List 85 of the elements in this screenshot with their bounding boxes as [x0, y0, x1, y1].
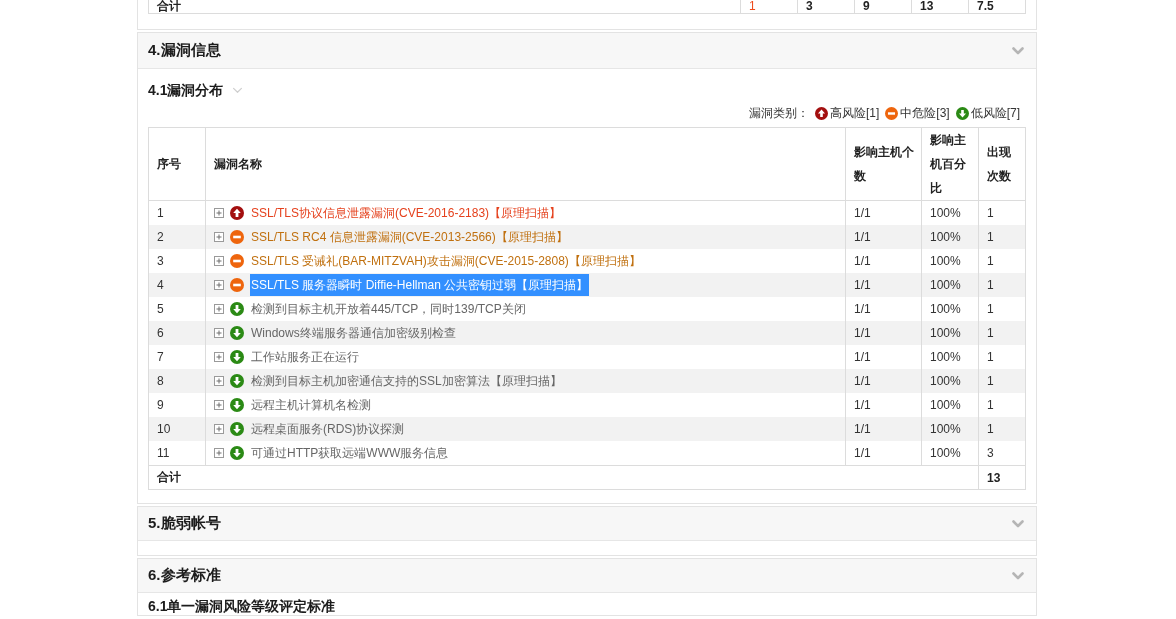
chevron-down-icon [1012, 571, 1024, 580]
down-arrow-circle-icon [230, 302, 244, 316]
section-header[interactable]: 4.漏洞信息 [138, 33, 1036, 69]
up-arrow-circle-icon [230, 206, 244, 220]
column-header: 出现次数 [978, 127, 1026, 201]
subsection-toggle[interactable]: 4.1漏洞分布 [148, 81, 244, 99]
chevron-down-icon [1012, 519, 1024, 528]
vulnerability-name: 检测到目标主机加密通信支持的SSL加密算法【原理扫描】 [250, 373, 563, 390]
table-cell: 合计 [148, 0, 741, 14]
table-cell: 1 [740, 0, 798, 14]
vulnerability-name: SSL/TLS 受诫礼(BAR-MITZVAH)攻击漏洞(CVE-2015-2808)【原理扫描】 [250, 253, 642, 270]
table-cell: 13 [911, 0, 969, 14]
vulnerability-name: 可通过HTTP获取远端WWW服务信息 [250, 445, 450, 462]
table-cell: 100% [921, 321, 979, 345]
table-cell: 1/1 [845, 273, 922, 297]
vulnerability-name: SSL/TLS RC4 信息泄露漏洞(CVE-2013-2566)【原理扫描】 [250, 229, 569, 246]
table-cell: 6 [148, 321, 206, 345]
table-cell: 1 [978, 321, 1026, 345]
table-cell: 100% [921, 441, 979, 466]
up-arrow-circle-icon [814, 106, 828, 120]
table-cell: 2 [148, 225, 206, 249]
expand-icon[interactable] [214, 256, 224, 266]
table-cell: 3 [978, 441, 1026, 466]
table-cell: 4 [148, 273, 206, 297]
expand-icon[interactable] [214, 304, 224, 314]
table-cell: 1/1 [845, 417, 922, 441]
legend-label: 漏洞类别： [748, 105, 809, 121]
down-arrow-circle-icon [230, 446, 244, 460]
vulnerability-name: Windows终端服务器通信加密级别检查 [250, 325, 457, 342]
table-cell: 9 [854, 0, 912, 14]
down-arrow-circle-icon [230, 422, 244, 436]
legend-text: 低风险[7] [970, 105, 1020, 121]
table-cell: 1 [978, 273, 1026, 297]
minus-circle-icon [230, 230, 244, 244]
column-header: 影响主机百分比 [921, 127, 979, 201]
minus-circle-icon [885, 106, 899, 120]
table-cell: 100% [921, 225, 979, 249]
minus-circle-icon [230, 254, 244, 268]
vulnerability-name: 检测到目标主机开放着445/TCP，同时139/TCP关闭 [250, 301, 527, 318]
column-header: 影响主机个数 [845, 127, 922, 201]
expand-icon[interactable] [214, 448, 224, 458]
expand-icon[interactable] [214, 232, 224, 242]
table-cell: 100% [921, 417, 979, 441]
subsection-title: 6.1单一漏洞风险等级评定标准 [148, 597, 336, 615]
legend-text: 中危险[3] [900, 105, 950, 121]
column-header: 序号 [148, 127, 206, 201]
minus-circle-icon [230, 278, 244, 292]
down-arrow-circle-icon [230, 398, 244, 412]
column-header: 漏洞名称 [205, 127, 846, 201]
legend-text: 高风险[1] [829, 105, 880, 121]
table-cell: 10 [148, 417, 206, 441]
expand-icon[interactable] [214, 328, 224, 338]
vulnerability-name: 远程主机计算机名检测 [250, 397, 372, 414]
expand-icon[interactable] [214, 400, 224, 410]
table-cell: 7.5 [968, 0, 1026, 14]
chevron-down-icon [1012, 46, 1024, 55]
table-cell: 100% [921, 369, 979, 393]
table-cell: 1 [978, 369, 1026, 393]
down-arrow-circle-icon [955, 106, 969, 120]
table-cell: 1 [978, 225, 1026, 249]
table-cell: 13 [978, 465, 1026, 490]
table-cell: 100% [921, 273, 979, 297]
table-cell: 1/1 [845, 369, 922, 393]
table-cell: 1/1 [845, 441, 922, 466]
expand-icon[interactable] [214, 424, 224, 434]
table-cell: 1/1 [845, 321, 922, 345]
down-arrow-circle-icon [230, 350, 244, 364]
section-header[interactable]: 5.脆弱帐号 [138, 507, 1036, 541]
vulnerability-name: SSL/TLS 服务器瞬时 Diffie-Hellman 公共密钥过弱【原理扫描】 [250, 274, 590, 296]
down-arrow-circle-icon [230, 326, 244, 340]
table-cell: 1/1 [845, 225, 922, 249]
table-cell: 11 [148, 441, 206, 466]
vulnerability-name: 远程桌面服务(RDS)协议探测 [250, 421, 406, 438]
vulnerability-name: SSL/TLS协议信息泄露漏洞(CVE-2016-2183)【原理扫描】 [250, 205, 563, 222]
expand-icon[interactable] [214, 352, 224, 362]
section-header[interactable]: 6.参考标准 [138, 559, 1036, 593]
table-cell: 1 [978, 417, 1026, 441]
table-cell: 3 [797, 0, 855, 14]
vulnerability-name: 工作站服务正在运行 [250, 349, 360, 366]
expand-icon[interactable] [214, 208, 224, 218]
table-cell: 合计 [148, 465, 979, 490]
expand-icon[interactable] [214, 280, 224, 290]
expand-icon[interactable] [214, 376, 224, 386]
table-cell: 8 [148, 369, 206, 393]
down-arrow-circle-icon [230, 374, 244, 388]
